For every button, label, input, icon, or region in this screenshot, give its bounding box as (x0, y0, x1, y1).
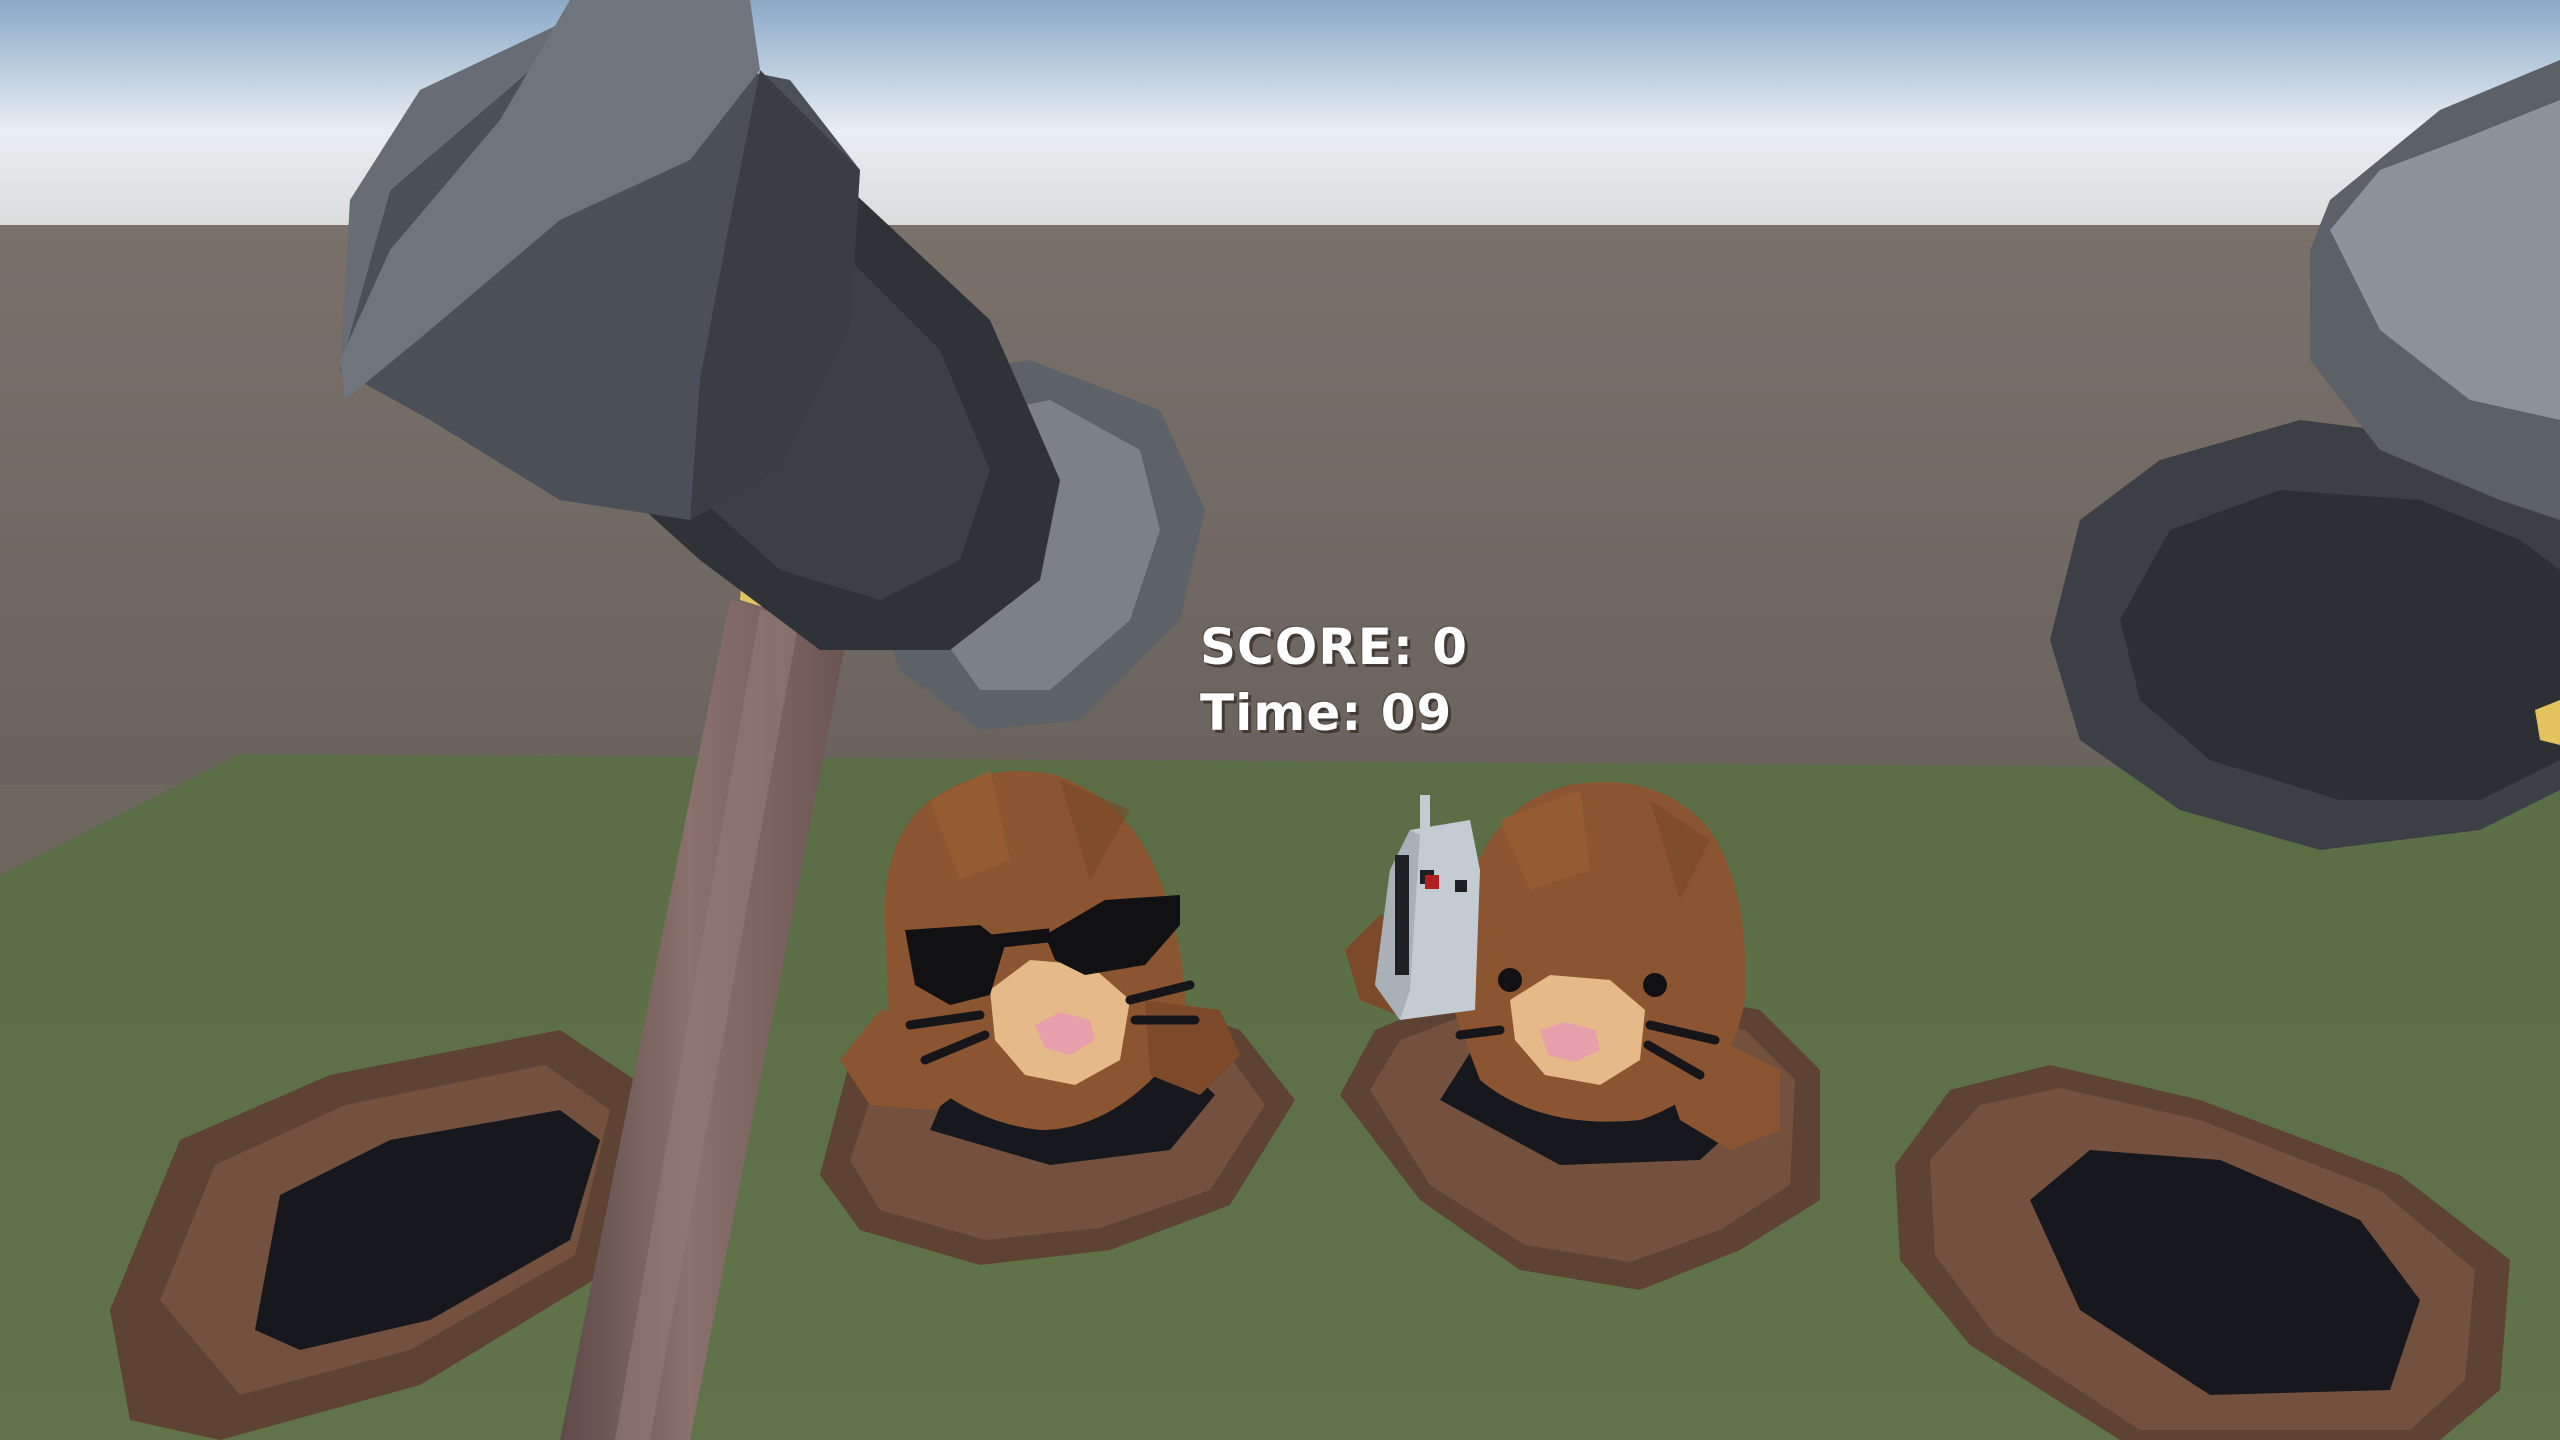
score-display: SCORE: 0 (1200, 618, 1467, 676)
time-value: 09 (1380, 684, 1453, 742)
mole-eye (1643, 973, 1667, 997)
mole-eye (1498, 968, 1522, 992)
timer-display: Time: 09 (1200, 684, 1451, 742)
time-label: Time: (1200, 684, 1363, 742)
score-label: SCORE: (1200, 618, 1414, 676)
score-value: 0 (1432, 618, 1469, 676)
